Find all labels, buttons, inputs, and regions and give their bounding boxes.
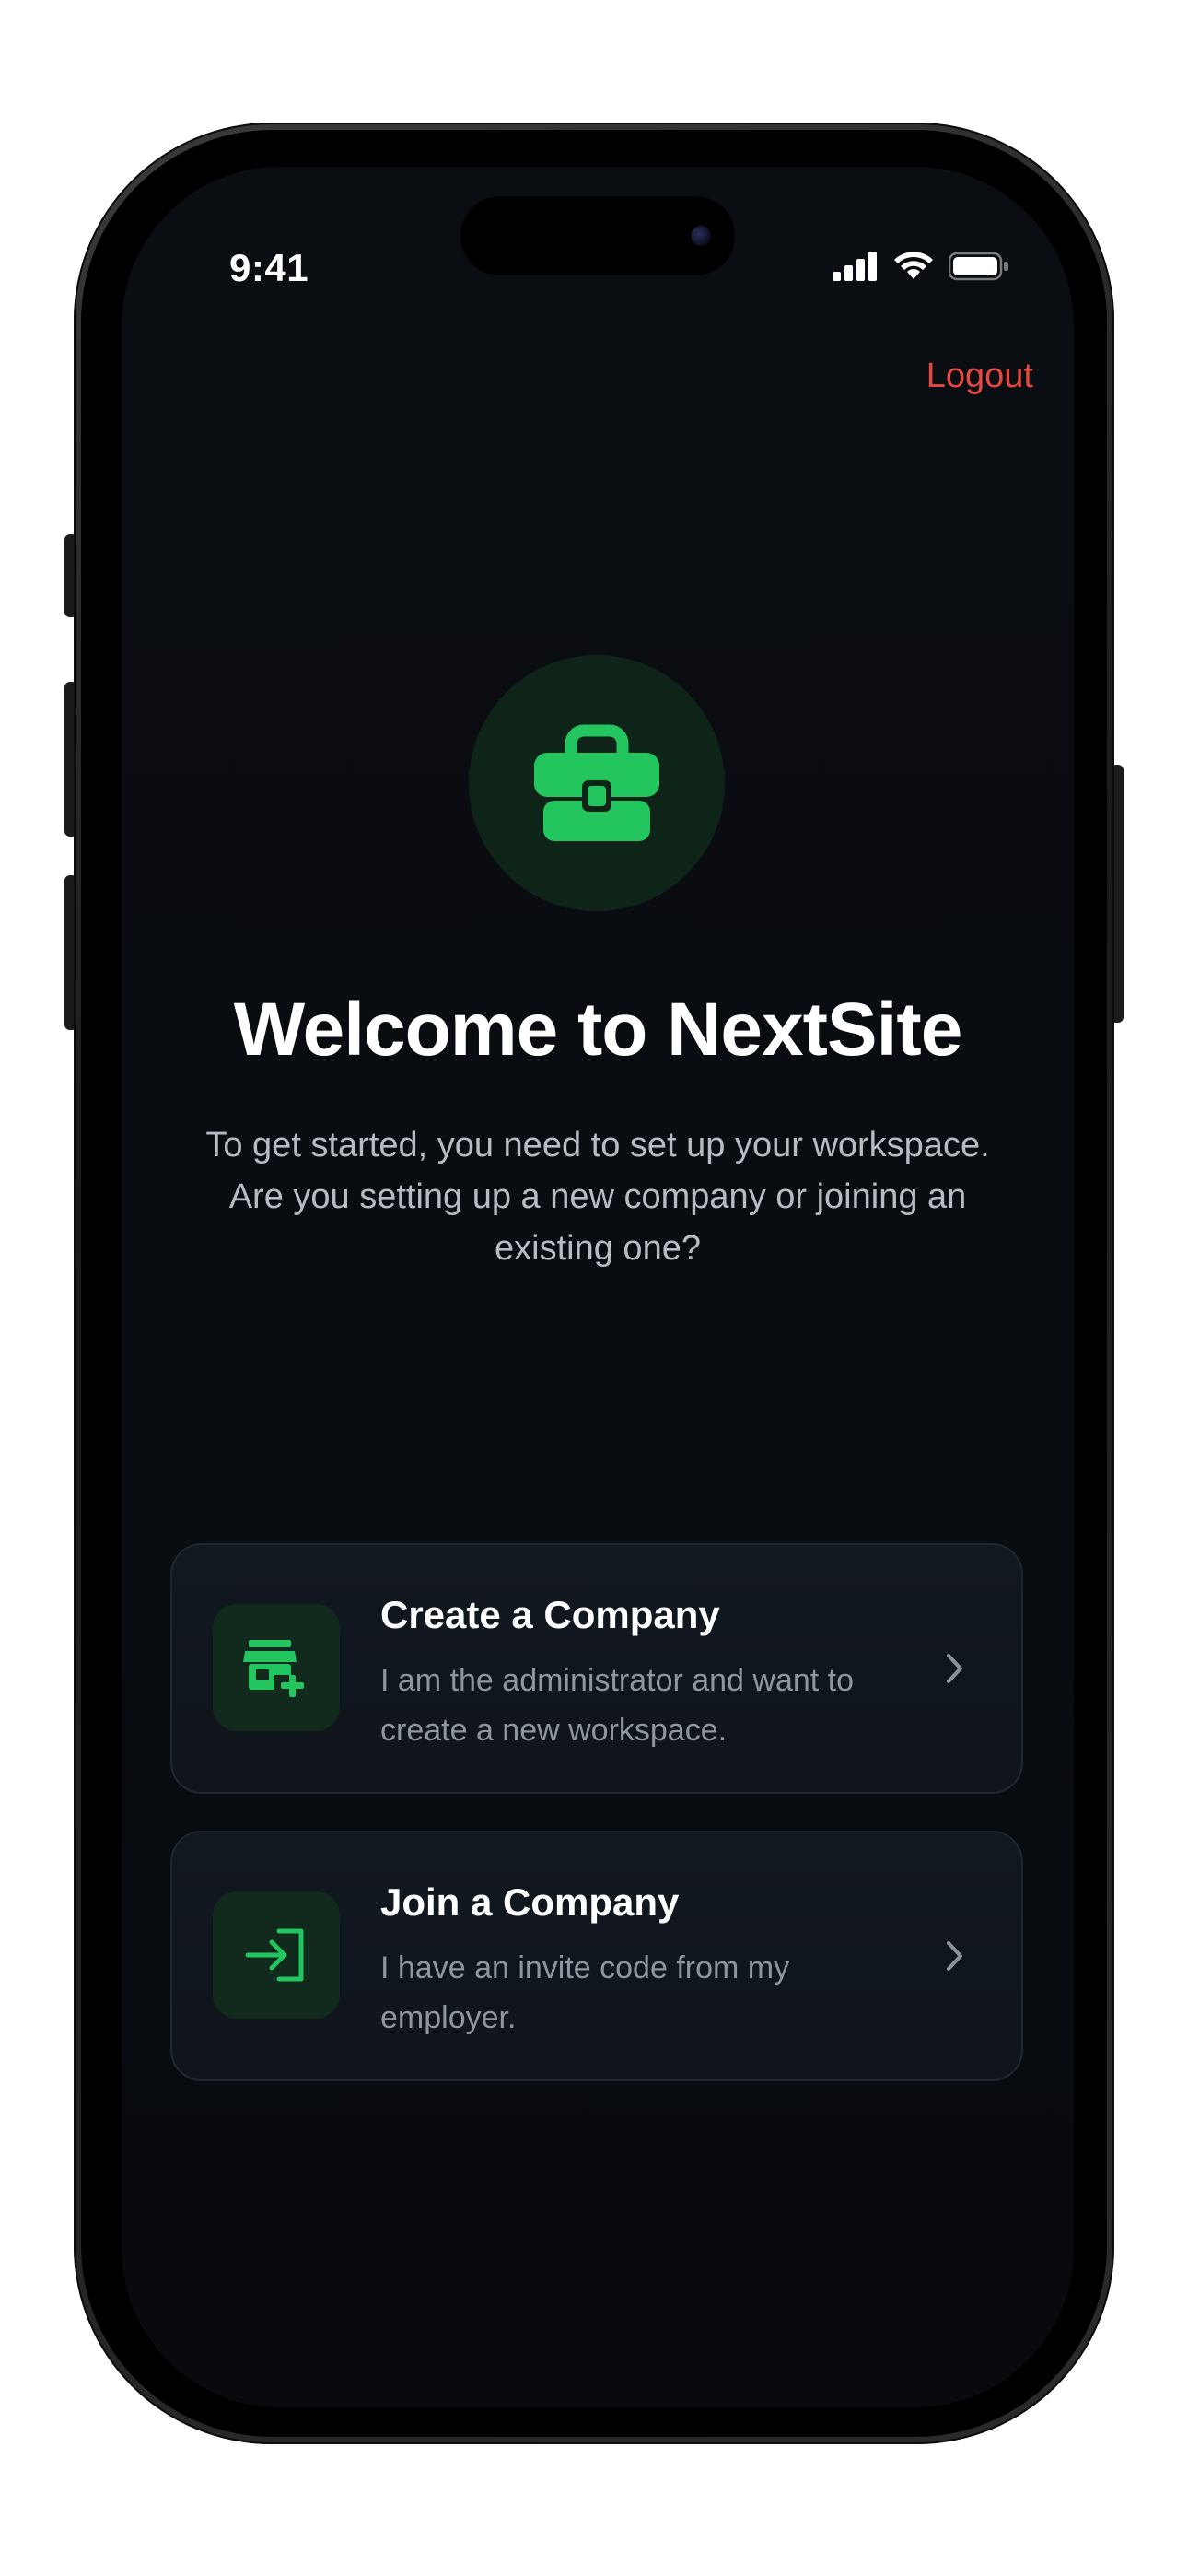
create-company-description: I am the administrator and want to creat… xyxy=(380,1663,855,1748)
chevron-right-icon xyxy=(947,1654,962,1683)
dynamic-island xyxy=(460,196,735,275)
join-company-option[interactable]: Join a Company I have an invite code fro… xyxy=(170,1831,1023,2081)
create-company-icon-box xyxy=(213,1604,340,1731)
app-screen: 9:41 Logout Welcome to NextSite To get s… xyxy=(122,167,1074,2407)
join-company-description: I have an invite code from my employer. xyxy=(380,1950,790,2035)
hero-icon-container xyxy=(469,655,725,911)
home-indicator xyxy=(469,2378,727,2387)
device-mockup: 9:41 Logout Welcome to NextSite To get s… xyxy=(0,0,1188,2576)
phone-frame: 9:41 Logout Welcome to NextSite To get s… xyxy=(74,123,1114,2444)
briefcase-icon xyxy=(534,724,659,841)
storefront-add-icon xyxy=(243,1640,304,1697)
chevron-right-icon xyxy=(947,1941,962,1971)
phone-bezel: 9:41 Logout Welcome to NextSite To get s… xyxy=(81,130,1107,2437)
status-time: 9:41 xyxy=(229,246,309,289)
camera-icon xyxy=(691,226,711,246)
create-company-option[interactable]: Create a Company I am the administrator … xyxy=(170,1543,1023,1794)
status-icons xyxy=(833,252,1009,281)
create-company-title: Create a Company xyxy=(380,1593,720,1636)
cellular-signal-icon xyxy=(833,252,877,281)
page-title: Welcome to NextSite xyxy=(233,988,963,1071)
join-company-title: Join a Company xyxy=(380,1880,680,1924)
page-subtitle: To get started, you need to set up your … xyxy=(205,1126,990,1268)
join-company-icon-box xyxy=(213,1891,340,2019)
battery-icon xyxy=(949,252,1008,281)
logout-button[interactable]: Logout xyxy=(926,357,1033,396)
login-arrow-icon xyxy=(245,1928,304,1982)
wifi-icon xyxy=(894,252,933,279)
